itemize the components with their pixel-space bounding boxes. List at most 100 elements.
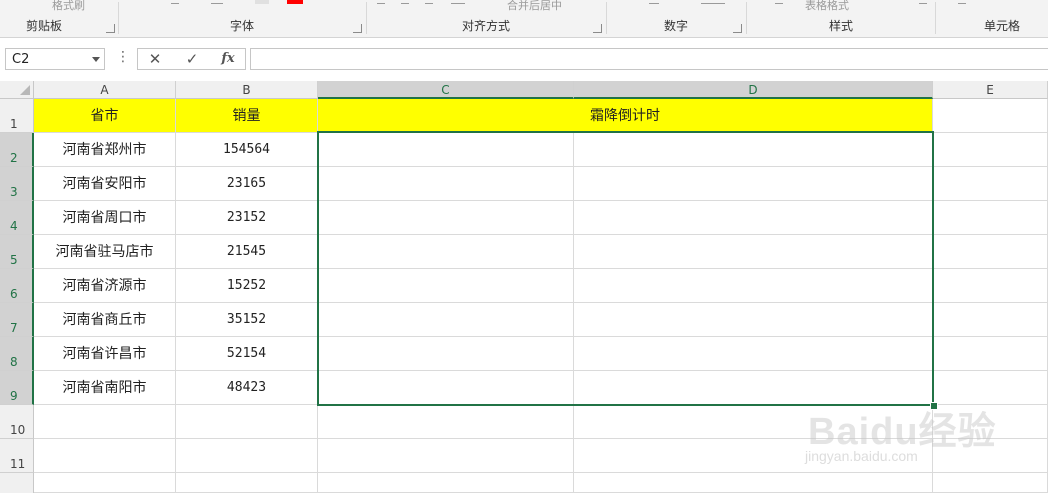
enter-icon[interactable]: ✓	[180, 50, 204, 68]
indent-icon[interactable]	[451, 3, 465, 4]
cell-e4[interactable]	[933, 201, 1048, 235]
cell-c7[interactable]	[318, 303, 574, 337]
row-header-1[interactable]: 1	[0, 99, 34, 133]
cell-d8[interactable]	[574, 337, 933, 371]
format-painter-button[interactable]: 格式刷	[52, 0, 85, 13]
cell-c8[interactable]	[318, 337, 574, 371]
cell-b11[interactable]	[176, 439, 318, 473]
formula-input[interactable]	[250, 48, 1048, 70]
column-header-c[interactable]: C	[318, 81, 574, 99]
align-right-icon[interactable]	[425, 3, 433, 4]
chevron-down-icon[interactable]	[92, 57, 100, 62]
column-header-e[interactable]: E	[933, 81, 1048, 99]
font-size-control[interactable]	[171, 3, 179, 4]
cell-d3[interactable]	[574, 167, 933, 201]
cell-c6[interactable]	[318, 269, 574, 303]
cell-d4[interactable]	[574, 201, 933, 235]
insert-control[interactable]	[958, 3, 966, 4]
number-launcher-icon[interactable]	[733, 24, 742, 33]
align-left-icon[interactable]	[377, 3, 385, 4]
name-box[interactable]: C2	[5, 48, 105, 70]
cell-e8[interactable]	[933, 337, 1048, 371]
cell-d7[interactable]	[574, 303, 933, 337]
cell-a8[interactable]: 河南省许昌市	[34, 337, 176, 371]
cell-b6[interactable]: 15252	[176, 269, 318, 303]
cell-c10[interactable]	[318, 405, 574, 439]
cell-a4[interactable]: 河南省周口市	[34, 201, 176, 235]
ribbon-group-styles: 表格格式 样式	[747, 0, 935, 37]
cell-c3[interactable]	[318, 167, 574, 201]
cell-c4[interactable]	[318, 201, 574, 235]
cell-a6[interactable]: 河南省济源市	[34, 269, 176, 303]
cell-b10[interactable]	[176, 405, 318, 439]
cell-b7[interactable]: 35152	[176, 303, 318, 337]
cell-e2[interactable]	[933, 133, 1048, 167]
row-header-9[interactable]: 9	[0, 371, 34, 405]
column-header-a[interactable]: A	[34, 81, 176, 99]
row-header-8[interactable]: 8	[0, 337, 34, 371]
cell-a2[interactable]: 河南省郑州市	[34, 133, 176, 167]
cell-a9[interactable]: 河南省南阳市	[34, 371, 176, 405]
cell-a3[interactable]: 河南省安阳市	[34, 167, 176, 201]
cell-c11[interactable]	[318, 439, 574, 473]
cell-e6[interactable]	[933, 269, 1048, 303]
cell-c9[interactable]	[318, 371, 574, 405]
cell-d2[interactable]	[574, 133, 933, 167]
row-header-4[interactable]: 4	[0, 201, 34, 235]
cell-e3[interactable]	[933, 167, 1048, 201]
cell-a5[interactable]: 河南省驻马店市	[34, 235, 176, 269]
cell-c2[interactable]	[318, 133, 574, 167]
cell-a7[interactable]: 河南省商丘市	[34, 303, 176, 337]
cell-a1[interactable]: 省市	[34, 99, 176, 133]
decimal-control[interactable]	[701, 3, 725, 4]
cell-c12[interactable]	[318, 473, 574, 493]
formula-bar: C2 ⋮ ✕ ✓ fx	[0, 38, 1048, 81]
cell-a12[interactable]	[34, 473, 176, 493]
row-header-6[interactable]: 6	[0, 269, 34, 303]
cell-e12[interactable]	[933, 473, 1048, 493]
insert-function-icon[interactable]: fx	[216, 50, 240, 68]
cell-a10[interactable]	[34, 405, 176, 439]
clipboard-launcher-icon[interactable]	[106, 24, 115, 33]
cell-c1-merged[interactable]: 霜降倒计时	[318, 99, 933, 133]
border-control[interactable]	[211, 3, 223, 4]
row-header-3[interactable]: 3	[0, 167, 34, 201]
row-header-12[interactable]	[0, 473, 34, 493]
cell-d12[interactable]	[574, 473, 933, 493]
cell-b3[interactable]: 23165	[176, 167, 318, 201]
cell-d5[interactable]	[574, 235, 933, 269]
cell-b9[interactable]: 48423	[176, 371, 318, 405]
row-header-7[interactable]: 7	[0, 303, 34, 337]
fill-color-icon[interactable]	[255, 0, 269, 4]
merge-center-button[interactable]: 合并后居中	[507, 0, 562, 13]
font-color-icon[interactable]	[287, 0, 303, 4]
select-all-button[interactable]	[0, 81, 34, 99]
row-header-5[interactable]: 5	[0, 235, 34, 269]
cell-c5[interactable]	[318, 235, 574, 269]
cell-a11[interactable]	[34, 439, 176, 473]
cell-b2[interactable]: 154564	[176, 133, 318, 167]
more-dots-icon[interactable]: ⋮	[116, 50, 130, 64]
cell-e7[interactable]	[933, 303, 1048, 337]
cell-b12[interactable]	[176, 473, 318, 493]
alignment-launcher-icon[interactable]	[593, 24, 602, 33]
column-header-b[interactable]: B	[176, 81, 318, 99]
cell-styles-control[interactable]	[919, 3, 927, 4]
format-as-table-button[interactable]: 表格格式	[805, 0, 849, 13]
cell-d6[interactable]	[574, 269, 933, 303]
row-header-2[interactable]: 2	[0, 133, 34, 167]
number-format-control[interactable]	[649, 3, 659, 4]
row-header-11[interactable]: 11	[0, 439, 34, 473]
cell-b4[interactable]: 23152	[176, 201, 318, 235]
cancel-icon[interactable]: ✕	[143, 50, 167, 68]
row-header-10[interactable]: 10	[0, 405, 34, 439]
cell-b5[interactable]: 21545	[176, 235, 318, 269]
cell-e5[interactable]	[933, 235, 1048, 269]
cell-e1[interactable]	[933, 99, 1048, 133]
align-center-icon[interactable]	[401, 3, 409, 4]
conditional-format-control[interactable]	[775, 3, 783, 4]
cell-b8[interactable]: 52154	[176, 337, 318, 371]
cell-b1[interactable]: 销量	[176, 99, 318, 133]
font-launcher-icon[interactable]	[353, 24, 362, 33]
column-header-d[interactable]: D	[574, 81, 933, 99]
